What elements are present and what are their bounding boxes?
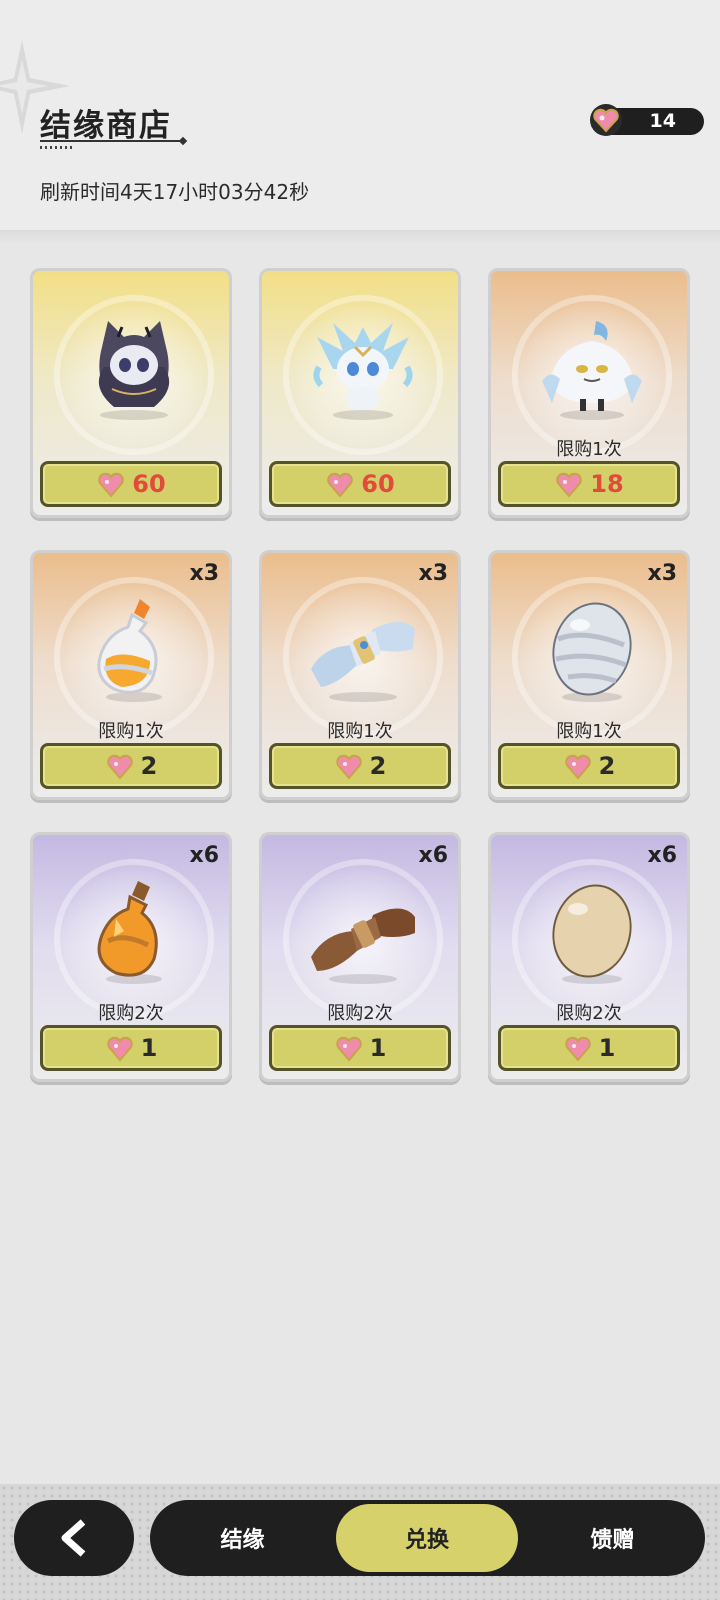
back-button[interactable] <box>14 1500 134 1576</box>
chevron-left-icon <box>61 1519 86 1557</box>
header-divider <box>0 230 720 244</box>
shop-item-card[interactable]: x3 限购1次 2 <box>30 550 232 800</box>
dark-cat-creature-icon <box>98 321 170 420</box>
heart-gem-icon <box>564 1036 591 1062</box>
amber-bottle-icon <box>97 881 162 984</box>
purchase-limit: 限购1次 <box>556 439 622 460</box>
bottom-tab-bar: 结缘 兑换 馈赠 <box>150 1500 705 1576</box>
item-quantity: x6 <box>189 843 220 868</box>
currency-counter: 14 <box>590 104 704 136</box>
item-price: 1 <box>598 1034 616 1062</box>
item-price: 2 <box>369 752 387 780</box>
ghost-unicorn-creature-icon <box>542 321 642 420</box>
buy-button[interactable]: 60 <box>269 461 451 507</box>
heart-gem-icon <box>590 104 622 136</box>
item-price: 18 <box>590 470 624 498</box>
buy-button[interactable]: 18 <box>498 461 680 507</box>
marble-egg-icon <box>552 602 632 702</box>
item-quantity: x6 <box>418 843 449 868</box>
item-price: 60 <box>361 470 395 498</box>
buy-button[interactable]: 1 <box>498 1025 680 1071</box>
buy-button[interactable]: 60 <box>40 461 222 507</box>
tab-bond[interactable]: 结缘 <box>150 1500 335 1576</box>
buy-button[interactable]: 2 <box>269 743 451 789</box>
buy-button[interactable]: 1 <box>269 1025 451 1071</box>
wood-bundle-icon <box>311 908 415 984</box>
heart-gem-icon <box>98 472 125 498</box>
purchase-limit: 限购2次 <box>556 1003 622 1024</box>
shop-item-card[interactable]: x6 限购2次 1 <box>30 832 232 1082</box>
page-title: 结缘商店 <box>40 108 172 144</box>
heart-gem-icon <box>335 754 362 780</box>
item-quantity: x3 <box>647 561 678 586</box>
title-dots <box>40 146 72 149</box>
buy-button[interactable]: 1 <box>40 1025 222 1071</box>
item-price: 2 <box>598 752 616 780</box>
shop-item-card[interactable]: x6 限购2次 1 <box>259 832 461 1082</box>
purchase-limit: 限购2次 <box>327 1003 393 1024</box>
potion-bottle-icon <box>97 599 162 702</box>
buy-button[interactable]: 2 <box>40 743 222 789</box>
crystal-fox-creature-icon <box>313 323 413 420</box>
heart-gem-icon <box>564 754 591 780</box>
heart-gem-icon <box>106 754 133 780</box>
heart-gem-icon <box>327 472 354 498</box>
shop-item-card[interactable]: 60 <box>259 268 461 518</box>
tab-exchange[interactable]: 兑换 <box>336 1504 518 1572</box>
purchase-limit: 限购1次 <box>98 721 164 742</box>
shop-item-card[interactable]: x6 限购2次 1 <box>488 832 690 1082</box>
purchase-limit: 限购2次 <box>98 1003 164 1024</box>
shop-item-card[interactable]: 60 <box>30 268 232 518</box>
item-quantity: x3 <box>418 561 449 586</box>
item-price: 1 <box>140 1034 158 1062</box>
currency-count: 14 <box>649 110 676 132</box>
heart-gem-icon <box>106 1036 133 1062</box>
shop-item-card[interactable]: 限购1次 18 <box>488 268 690 518</box>
title-underline <box>40 140 180 142</box>
refresh-timer: 刷新时间4天17小时03分42秒 <box>40 180 310 204</box>
purchase-limit: 限购1次 <box>556 721 622 742</box>
silk-bundle-icon <box>311 622 415 702</box>
plain-egg-icon <box>552 884 632 984</box>
item-quantity: x6 <box>647 843 678 868</box>
item-price: 60 <box>132 470 166 498</box>
shop-item-card[interactable]: x3 限购1次 2 <box>259 550 461 800</box>
buy-button[interactable]: 2 <box>498 743 680 789</box>
purchase-limit: 限购1次 <box>327 721 393 742</box>
heart-gem-icon <box>335 1036 362 1062</box>
item-quantity: x3 <box>189 561 220 586</box>
heart-gem-icon <box>556 472 583 498</box>
item-price: 2 <box>140 752 158 780</box>
tab-gift[interactable]: 馈赠 <box>520 1500 705 1576</box>
item-price: 1 <box>369 1034 387 1062</box>
shop-item-card[interactable]: x3 限购1次 2 <box>488 550 690 800</box>
